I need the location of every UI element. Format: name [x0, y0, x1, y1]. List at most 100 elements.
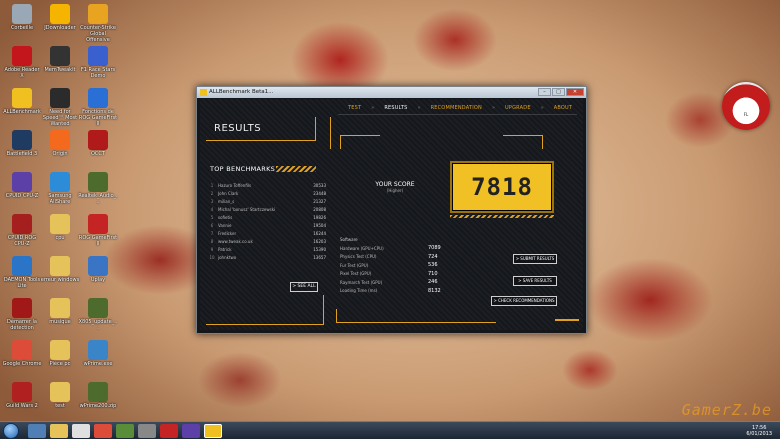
- window-titlebar[interactable]: ALLBenchmark Beta1... – □ ✕: [197, 87, 586, 98]
- desktop-icon[interactable]: Pièce pc: [40, 338, 80, 378]
- desktop-icon-label: musique: [49, 319, 71, 325]
- start-button[interactable]: [3, 423, 19, 439]
- desktop-icon[interactable]: Adobe Reader X: [2, 44, 42, 84]
- tab-test[interactable]: TEST: [338, 105, 371, 111]
- allshare-icon: [50, 172, 70, 192]
- decor-bracket: [340, 135, 380, 149]
- benchmark-name: Hazuro Toffenfils: [218, 182, 252, 188]
- desktop-icon[interactable]: Guild Wars 2: [2, 380, 42, 420]
- desktop-icon[interactable]: MemTweakIt: [40, 44, 80, 84]
- desktop-icon[interactable]: DAEMON Tools Lite: [2, 254, 42, 294]
- desktop-icon[interactable]: wPrime200.zip: [78, 380, 118, 420]
- close-button[interactable]: ✕: [566, 88, 584, 96]
- desktop-icon-label: wPrime.exe: [83, 361, 113, 367]
- desktop-icon[interactable]: Realtek_Audio_...: [78, 170, 118, 210]
- save-results-button[interactable]: > SAVE RESULTS: [513, 276, 557, 286]
- desktop-icon-label: cpu: [55, 235, 65, 241]
- gadget-label: FL: [743, 112, 749, 117]
- cpuz-icon: [12, 172, 32, 192]
- allbenchmark-taskbar-icon[interactable]: [204, 424, 222, 438]
- desktop-icon[interactable]: erreur windows: [40, 254, 80, 294]
- detail-label: Pixel Test (GPU): [340, 271, 372, 277]
- your-score-title: YOUR SCORE: [375, 181, 415, 188]
- benchmark-rank: 9: [210, 246, 214, 252]
- desktop-icon[interactable]: F1 Race Stars Demo: [78, 44, 118, 84]
- table-row: Loading Time (ms) 8132: [340, 287, 450, 296]
- rog-taskbar-icon[interactable]: [160, 424, 178, 438]
- desktop-icon[interactable]: Origin: [40, 128, 80, 168]
- desktop-icon[interactable]: Corbeille: [2, 2, 42, 42]
- decor-bracket: [503, 135, 543, 149]
- ie-taskbar-icon[interactable]: [28, 424, 46, 438]
- list-item: 2 John Clark 23448: [206, 189, 326, 197]
- cpu-taskbar-icon[interactable]: [116, 424, 134, 438]
- desktop-icon[interactable]: cpu: [40, 212, 80, 252]
- desktop-icon[interactable]: Battlefield 3: [2, 128, 42, 168]
- list-item: 7 Fredicker 16244: [206, 229, 326, 237]
- detail-label: Raymarch Test (GPU): [340, 279, 383, 285]
- desktop-icon[interactable]: ROG GameFirst II: [78, 212, 118, 252]
- top-benchmarks-list: 1 Hazuro Toffenfils 30533 2 John Clark 23448 3…: [206, 181, 326, 261]
- desktop-icon[interactable]: OCCT: [78, 128, 118, 168]
- app-content: TEST» RESULTS» RECOMMENDATION» UPGRADE» …: [200, 99, 583, 330]
- benchmark-score: 19826: [313, 214, 326, 220]
- daemon-tools-icon: [12, 256, 32, 276]
- desktop-icon[interactable]: musique: [40, 296, 80, 336]
- maximize-button[interactable]: □: [552, 88, 565, 96]
- see-all-button[interactable]: > SEE ALL: [290, 282, 318, 292]
- desktop-icon[interactable]: Fonctions de ROG GameFirst II: [78, 86, 118, 127]
- decor-bracket: [206, 295, 324, 325]
- rog-cpuz-icon: [12, 214, 32, 234]
- total-score: 7818: [471, 173, 533, 201]
- tab-upgrade[interactable]: UPGRADE: [495, 105, 541, 111]
- desktop-gadget[interactable]: FL: [722, 82, 770, 130]
- benchmark-rank: 3: [210, 198, 214, 204]
- desktop-icon-label: Guild Wars 2: [6, 403, 38, 409]
- list-item: 3 milian_s 21327: [206, 197, 326, 205]
- benchmark-score: 13657: [313, 254, 326, 260]
- desktop-icon[interactable]: Démarrer la détection: [2, 296, 42, 336]
- winrar-icon: [88, 298, 108, 318]
- benchmark-score: 16203: [313, 238, 326, 244]
- benchmark-name: Fredicker: [218, 230, 237, 236]
- desktop-icon[interactable]: Uplay: [78, 254, 118, 294]
- tab-recommendation[interactable]: RECOMMENDATION: [421, 105, 492, 111]
- media-player-taskbar-icon[interactable]: [72, 424, 90, 438]
- desktop-icon[interactable]: CPUID ROG CPU-Z: [2, 212, 42, 252]
- desktop-icon-label: ROG GameFirst II: [78, 235, 118, 247]
- minimize-button[interactable]: –: [538, 88, 551, 96]
- desktop-icon[interactable]: Google Chrome: [2, 338, 42, 378]
- explorer-taskbar-icon[interactable]: [50, 424, 68, 438]
- score-display: 7818: [450, 161, 554, 213]
- desktop-icon[interactable]: test: [40, 380, 80, 420]
- allbenchmark-window[interactable]: ALLBenchmark Beta1... – □ ✕ TEST» RESULT…: [196, 86, 587, 334]
- desktop-icon[interactable]: Counter-Strike Global Offensive: [78, 2, 118, 43]
- desktop-icon[interactable]: Samsung AllShare: [40, 170, 80, 210]
- allbenchmark-icon: [12, 88, 32, 108]
- chrome-taskbar-icon[interactable]: [94, 424, 112, 438]
- desktop-icon-label: Battlefield 3: [6, 151, 38, 157]
- tab-about[interactable]: ABOUT: [544, 105, 582, 111]
- desktop-icon[interactable]: ALLBenchmark: [2, 86, 42, 126]
- submit-results-button[interactable]: > SUBMIT RESULTS: [513, 254, 557, 264]
- tab-results[interactable]: RESULTS: [374, 105, 417, 111]
- desktop-icon[interactable]: JDownloader: [40, 2, 80, 42]
- benchmark-score: 15390: [313, 246, 326, 252]
- desktop-icon[interactable]: wPrime.exe: [78, 338, 118, 378]
- origin-icon: [50, 130, 70, 150]
- decor-stripes: [276, 166, 316, 172]
- app-icon: [200, 89, 207, 96]
- desktop-icon[interactable]: X805_update_...: [78, 296, 118, 336]
- decor-bar: [555, 319, 579, 321]
- check-recommendations-button[interactable]: > CHECK RECOMMENDATIONS: [491, 296, 557, 306]
- table-row: Physics Test (CPU) 724: [340, 253, 450, 262]
- detail-value: 724: [428, 253, 438, 260]
- desktop-icon[interactable]: Need for Speed™ Most Wanted: [40, 86, 80, 127]
- cpuz-taskbar-icon[interactable]: [182, 424, 200, 438]
- list-item: 5 sofietis 19826: [206, 213, 326, 221]
- app-taskbar-icon[interactable]: [138, 424, 156, 438]
- desktop-icon[interactable]: CPUID CPU-Z: [2, 170, 42, 210]
- folder-icon: [50, 382, 70, 402]
- jdownloader-icon: [50, 4, 70, 24]
- clock[interactable]: 17:56 6/01/2013: [746, 425, 772, 437]
